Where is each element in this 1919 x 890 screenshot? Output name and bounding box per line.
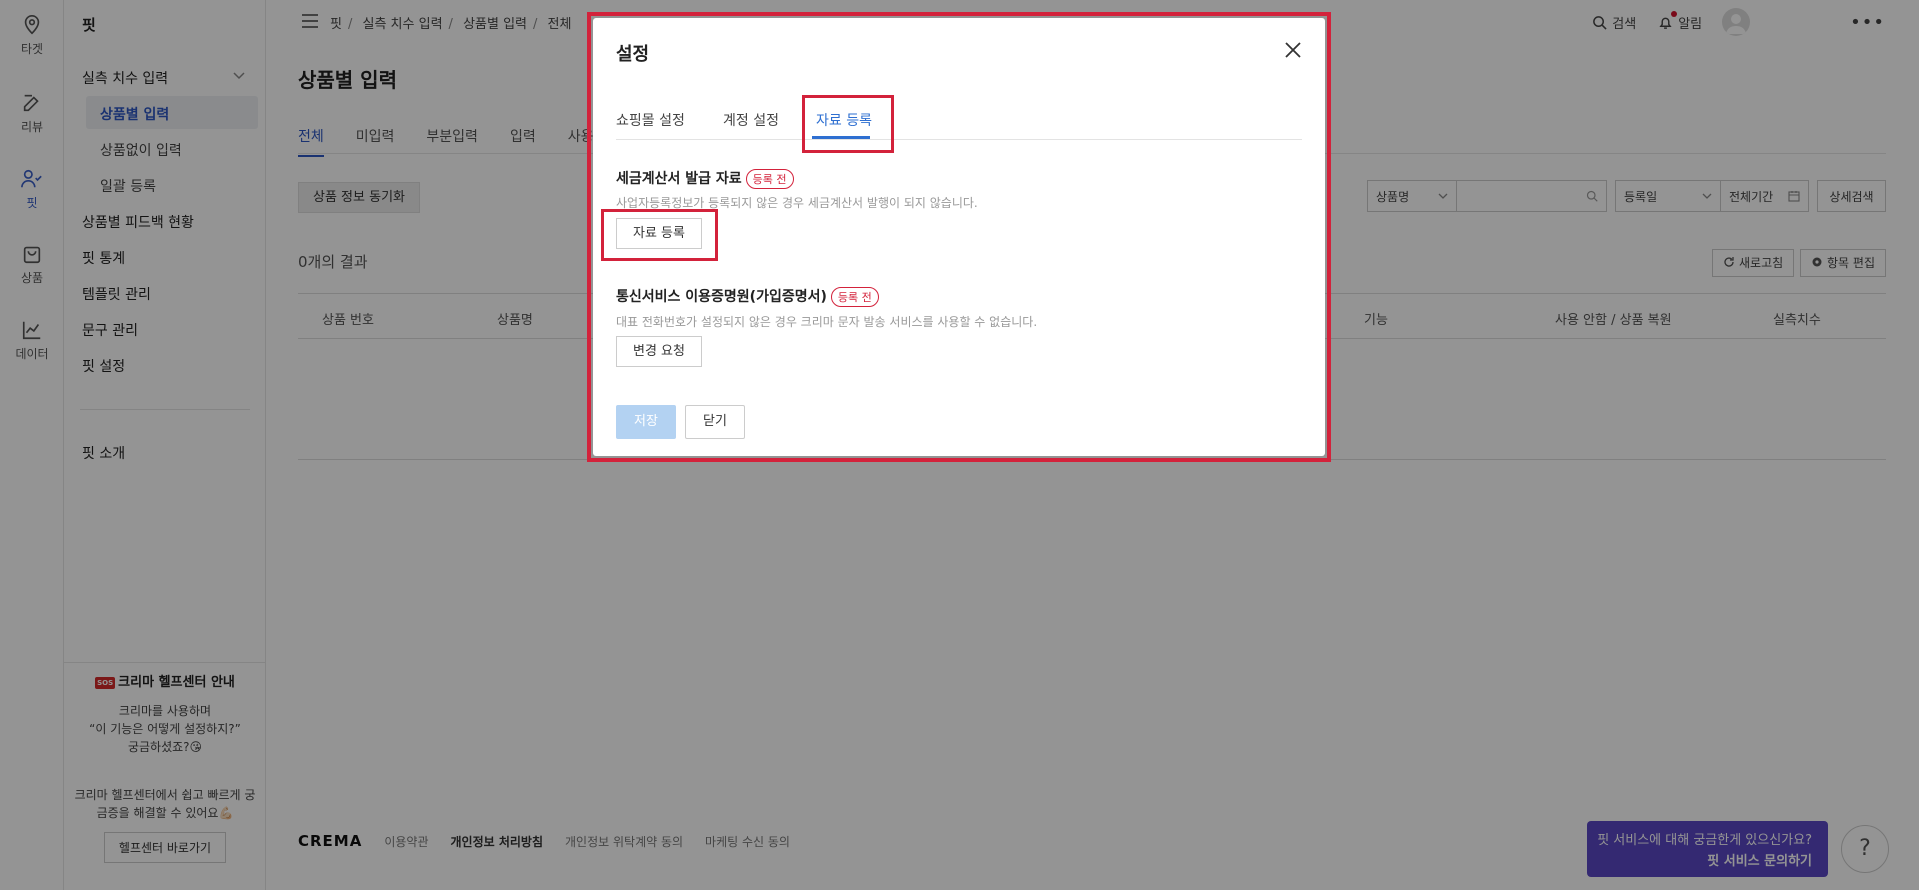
tab-shop-settings[interactable]: 쇼핑몰 설정 [616,110,685,130]
close-icon[interactable] [1285,42,1301,58]
button-highlight [601,209,718,261]
status-badge: 등록 전 [745,169,794,189]
telecom-cert-title: 통신서비스 이용증명원(가입증명서) 등록 전 [616,286,879,307]
close-button[interactable]: 닫기 [685,405,745,439]
save-button[interactable]: 저장 [616,405,676,439]
status-badge: 등록 전 [830,287,879,307]
tab-highlight [802,95,894,153]
tab-account-settings[interactable]: 계정 설정 [723,110,779,130]
modal-tabs: 쇼핑몰 설정 계정 설정 자료 등록 [616,110,1302,140]
tax-invoice-title: 세금계산서 발급 자료 등록 전 [616,168,794,189]
request-change-button[interactable]: 변경 요청 [616,336,702,367]
modal-title: 설정 [616,44,650,65]
telecom-cert-desc: 대표 전화번호가 설정되지 않은 경우 크리마 문자 발송 서비스를 사용할 수… [616,315,1038,329]
